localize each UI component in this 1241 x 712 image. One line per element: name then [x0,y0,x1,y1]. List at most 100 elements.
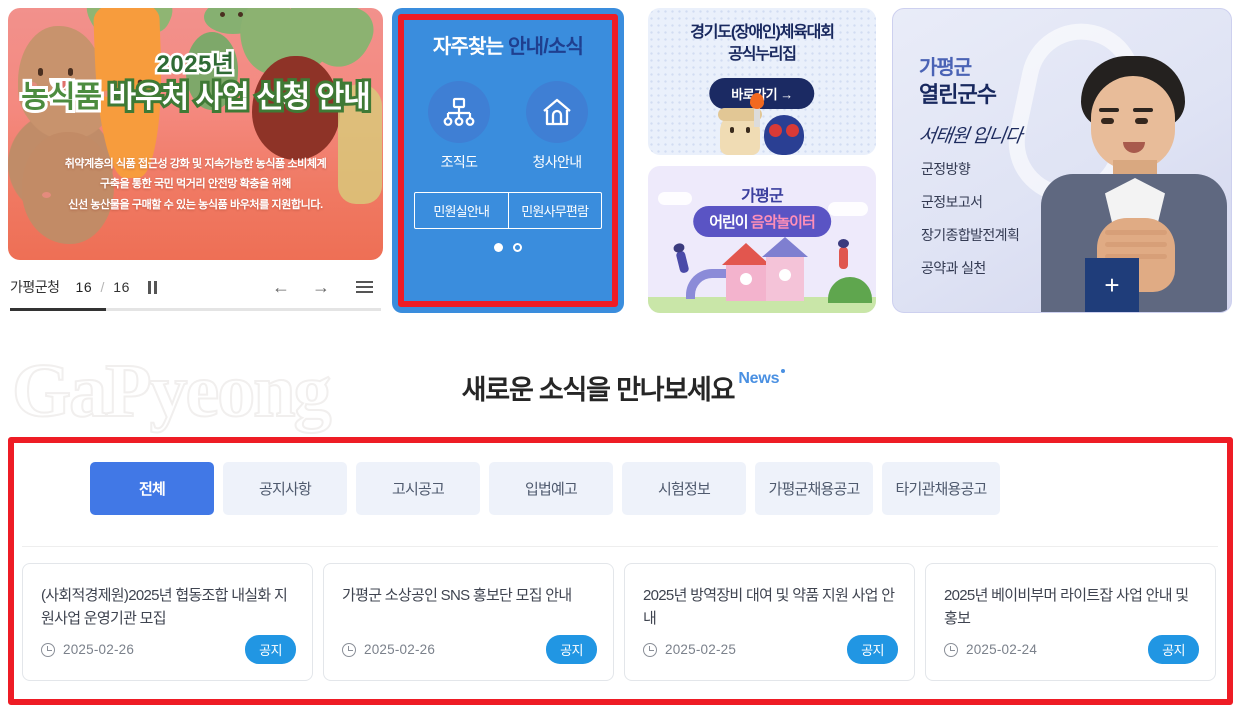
playground-tag-part-a: 어린이 [709,214,751,231]
quick-links-panel: 자주찾는 안내/소식 조직도 청사안내 민원실안내 민원사무편람 [392,8,624,313]
tab-notices[interactable]: 공지사항 [223,462,347,515]
quick-link-org-chart[interactable]: 조직도 [423,81,495,172]
governor-link-pledges[interactable]: 공약과 실천 [921,258,1019,278]
news-card-date: 2025-02-25 [665,642,737,657]
news-card-date: 2025-02-24 [966,642,1038,657]
news-card-title: 2025년 방역장비 대여 및 약품 지원 사업 안내 [643,587,895,628]
top-banner-row: 2025년 농식품 바우처 사업 신청 안내 취약계층의 식품 접근성 강화 및… [0,0,1241,320]
governor-link-longterm-plan[interactable]: 장기종합발전계획 [921,225,1020,245]
quick-links-button-group: 민원실안내 민원사무편람 [414,192,602,229]
news-card-date: 2025-02-26 [364,642,436,657]
slide-counter: 16 / 16 [76,279,130,295]
quick-links-icon-row: 조직도 청사안내 [414,81,602,172]
prev-arrow-icon[interactable]: ← [272,278,290,296]
news-card[interactable]: 2025년 방역장비 대여 및 약품 지원 사업 안내 2025-02-25 공… [624,563,915,681]
news-section: GaPyeong 새로운 소식을 만나보세요 News 전체 공지사항 고시공고 … [0,320,1241,712]
hero-title-group: 2025년 농식품 바우처 사업 신청 안내 [8,44,383,118]
sports-festival-banner[interactable]: 경기도(장애인)체육대회 공식누리집 바로가기 → [648,8,876,155]
childrens-music-playground-banner[interactable]: 가평군 어린이 음악놀이터 [648,166,876,313]
news-card-title: (사회적경제원)2025년 협동조합 내실화 지원사업 운영기관 모집 [41,587,288,628]
news-heading-english: News [738,370,780,387]
governor-link-report[interactable]: 군정보고서 [921,192,1019,212]
sports-banner-title: 경기도(장애인)체육대회 공식누리집 [648,22,876,65]
news-card[interactable]: 가평군 소상공인 SNS 홍보단 모집 안내 2025-02-26 공지 [323,563,614,681]
quick-link-building-guide[interactable]: 청사안내 [521,81,593,172]
hero-subtext: 취약계층의 식품 접근성 강화 및 지속가능한 농식품 소비체계 구축을 통한 … [8,154,383,215]
hero-headline-white: 바우처 사업 신청 안내 [105,78,373,117]
tab-other-agency-recruitment[interactable]: 타기관채용공고 [882,462,1000,515]
clock-icon [643,642,657,657]
tab-public-announcements[interactable]: 고시공고 [356,462,480,515]
slider-source-label: 가평군청 [10,279,60,295]
governor-link-direction[interactable]: 군정방향 [921,159,1019,179]
page-root: 2025년 농식품 바우처 사업 신청 안내 취약계층의 식품 접근성 강화 및… [0,0,1241,712]
quick-links-title-rest: 안내/소식 [503,36,584,58]
pagination-dot-active[interactable] [494,243,503,252]
banner-column: 경기도(장애인)체육대회 공식누리집 바로가기 → 가평군 어린이 음악놀이터 [648,8,876,313]
clock-icon [41,642,55,657]
news-card-footer: 2025-02-26 공지 [41,635,296,664]
clock-icon [342,642,356,657]
slide-total: 16 [113,279,130,295]
quick-link-label: 청사안내 [532,154,582,170]
news-card-badge: 공지 [546,635,597,664]
governor-title-main: 열린군수 [919,82,997,107]
news-card-badge: 공지 [847,635,898,664]
slide-separator: / [100,279,105,295]
pagination-dot[interactable] [513,243,522,252]
pause-icon[interactable] [147,280,157,294]
mascot-illustration [702,93,822,155]
hero-headline: 농식품 바우처 사업 신청 안내 [8,78,383,117]
quick-links-pagination [414,243,602,252]
news-card-badge: 공지 [245,635,296,664]
tab-gapyeong-recruitment[interactable]: 가평군채용공고 [755,462,873,515]
slider-progress-bar [10,308,381,311]
playground-illustration [648,235,876,313]
news-card-title: 2025년 베이비부머 라이트잡 사업 안내 및 홍보 [944,587,1189,628]
playground-banner-tag: 어린이 음악놀이터 [693,206,831,237]
next-arrow-icon[interactable]: → [312,278,330,296]
sports-banner-line-2: 공식누리집 [728,45,797,63]
governor-title-top: 가평군 [919,57,972,79]
quick-links-title-bold: 자주찾는 [432,36,504,58]
news-heading: 새로운 소식을 만나보세요 News [0,368,1241,407]
org-chart-icon [428,81,490,143]
news-card[interactable]: 2025년 베이비부머 라이트잡 사업 안내 및 홍보 2025-02-24 공… [925,563,1216,681]
news-card-footer: 2025-02-25 공지 [643,635,898,664]
quick-link-label: 조직도 [440,154,478,170]
news-heading-dot [781,369,786,373]
home-icon [526,81,588,143]
tab-legislation-notice[interactable]: 입법예고 [489,462,613,515]
hero-year-text: 2025년 [154,49,236,81]
playground-tag-part-b: 음악놀이터 [750,214,816,231]
news-tab-bar: 전체 공지사항 고시공고 입법예고 시험정보 가평군채용공고 타기관채용공고 [90,462,1000,515]
hero-subtext-line-1: 취약계층의 식품 접근성 강화 및 지속가능한 농식품 소비체계 [64,158,327,170]
news-card-footer: 2025-02-26 공지 [342,635,597,664]
tab-all[interactable]: 전체 [90,462,214,515]
governor-banner[interactable]: 가평군 열린군수 서태원 입니다 군정방향 군정보고서 장기종합발전계획 공약과… [892,8,1232,313]
clock-icon [944,642,958,657]
hero-headline-green: 농식품 [18,78,105,117]
hamburger-menu-icon[interactable] [356,281,373,293]
quick-links-title: 자주찾는 안내/소식 [414,30,602,59]
news-card-title: 가평군 소상공인 SNS 홍보단 모집 안내 [342,587,572,604]
news-card-footer: 2025-02-24 공지 [944,635,1199,664]
sports-banner-line-1: 경기도(장애인)체육대회 [690,24,835,41]
governor-link-list: 군정방향 군정보고서 장기종합발전계획 공약과 실천 [921,159,1020,291]
hero-slider[interactable]: 2025년 농식품 바우처 사업 신청 안내 취약계층의 식품 접근성 강화 및… [8,8,383,313]
news-card[interactable]: (사회적경제원)2025년 협동조합 내실화 지원사업 운영기관 모집 2025… [22,563,313,681]
civil-service-office-button[interactable]: 민원실안내 [415,193,508,228]
hero-subtext-line-2: 구축을 통한 국민 먹거리 안전망 확충을 위해 [100,178,291,191]
civil-affairs-manual-button[interactable]: 민원사무편람 [507,193,602,228]
section-divider [22,546,1218,547]
news-card-list: (사회적경제원)2025년 협동조합 내실화 지원사업 운영기관 모집 2025… [22,563,1218,681]
news-card-date: 2025-02-26 [63,642,135,657]
news-card-badge: 공지 [1148,635,1199,664]
slider-controls: 가평군청 16 / 16 ← → [10,270,381,304]
governor-more-button[interactable]: + [1085,258,1139,312]
playground-banner-line-1: 가평군 [741,188,784,205]
news-heading-korean: 새로운 소식을 만나보세요 [461,375,736,405]
hero-subtext-line-3: 신선 농산물을 구매할 수 있는 농식품 바우처를 지원합니다. [68,198,323,211]
hero-banner-image[interactable]: 2025년 농식품 바우처 사업 신청 안내 취약계층의 식품 접근성 강화 및… [8,8,383,260]
tab-exam-info[interactable]: 시험정보 [622,462,746,515]
